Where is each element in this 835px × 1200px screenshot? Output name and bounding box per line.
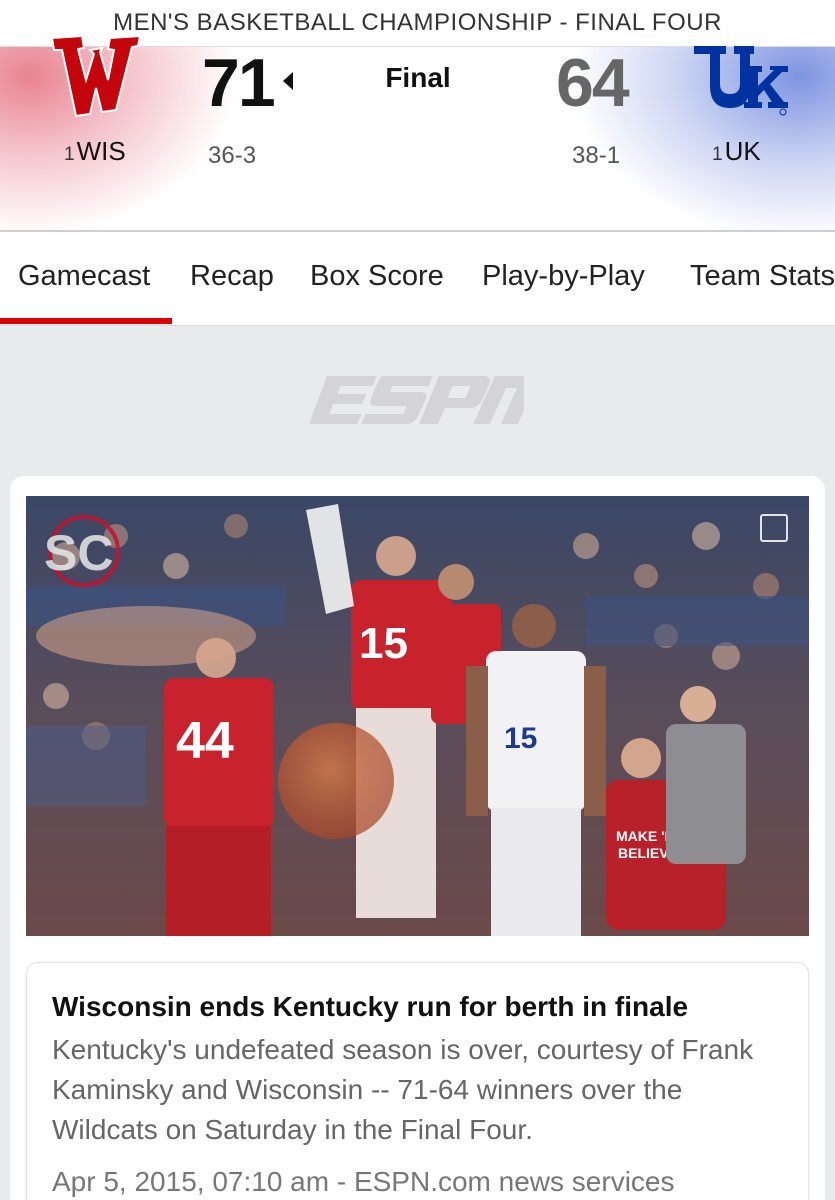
wisconsin-players-celebrating-photo[interactable]: 44 15 15 MAKE 'EM BELIEVE SC xyxy=(26,496,809,936)
image-gallery-icon[interactable] xyxy=(760,514,788,542)
game-tabs: Gamecast Recap Box Score Play-by-Play Te… xyxy=(0,232,835,326)
winner-arrow-icon xyxy=(283,72,293,90)
away-score: 64 xyxy=(556,45,630,121)
svg-text:15: 15 xyxy=(504,722,537,755)
sportscenter-watermark: SC xyxy=(44,515,120,587)
svg-text:44: 44 xyxy=(176,712,234,770)
tab-gamecast[interactable]: Gamecast xyxy=(18,260,150,293)
svg-text:15: 15 xyxy=(359,619,408,668)
away-team-name: UK xyxy=(724,136,761,166)
story-headline[interactable]: Wisconsin ends Kentucky run for berth in… xyxy=(52,990,812,1024)
kentucky-uk-logo[interactable] xyxy=(690,40,790,116)
game-status: Final xyxy=(385,62,451,93)
tab-recap[interactable]: Recap xyxy=(190,260,274,293)
celebration-photo-illustration: 44 15 15 MAKE 'EM BELIEVE SC xyxy=(26,496,809,936)
away-team-abbr[interactable]: 1UK xyxy=(712,136,761,167)
story-summary: Kentucky's undefeated season is over, co… xyxy=(52,1034,754,1145)
home-score: 71 xyxy=(202,45,276,121)
home-team-seed: 1 xyxy=(64,144,75,165)
away-record: 38-1 xyxy=(572,142,621,169)
wisconsin-w-logo[interactable] xyxy=(48,30,144,118)
event-title: MEN'S BASKETBALL CHAMPIONSHIP - FINAL FO… xyxy=(113,9,722,36)
active-tab-indicator xyxy=(0,318,172,324)
home-team-name: WIS xyxy=(76,136,126,166)
story-meta: Apr 5, 2015, 07:10 am - ESPN.com news se… xyxy=(52,1166,675,1197)
away-team-seed: 1 xyxy=(712,144,723,165)
tab-box-score[interactable]: Box Score xyxy=(310,260,444,293)
svg-text:SC: SC xyxy=(44,525,113,581)
home-record: 36-3 xyxy=(208,142,257,169)
tab-team-stats[interactable]: Team Stats xyxy=(690,260,835,293)
home-team-abbr[interactable]: 1WIS xyxy=(64,136,126,167)
espn-logo xyxy=(310,376,524,424)
tab-play-by-play[interactable]: Play-by-Play xyxy=(482,260,645,293)
